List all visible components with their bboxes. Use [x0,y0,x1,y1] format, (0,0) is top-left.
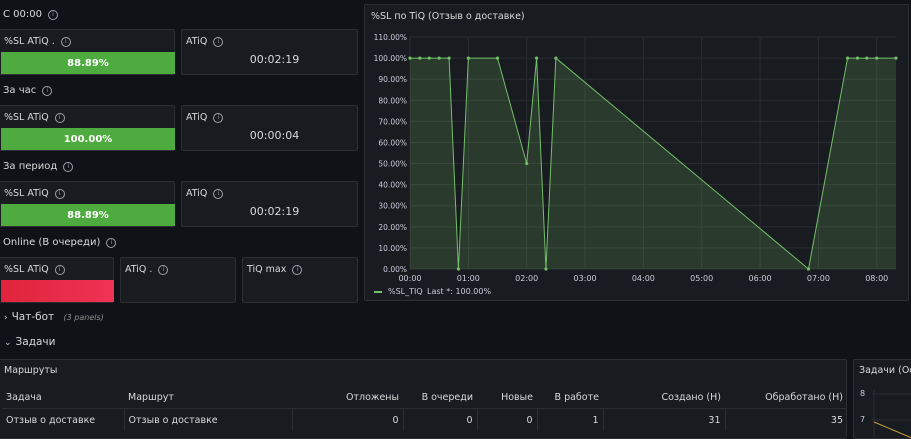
info-icon[interactable]: i [60,36,71,47]
section-title-period: За период i [3,161,74,172]
x-tick-label: 05:00 [690,274,713,283]
section-title-since-midnight: С 00:00 i [3,9,58,20]
sl-atiq-hour-panel[interactable]: %SL ATiQ i 100.00% [0,105,175,151]
y-tick-label: 100.00% [374,54,407,63]
col-task[interactable]: Задача [2,386,124,409]
sl-bar-gauge: 100.00% [1,128,175,150]
col-new[interactable]: Новые [477,386,537,409]
y-tick-label: 50.00% [378,160,407,169]
routes-table: Задача Маршрут Отложены В очереди Новые … [2,386,847,431]
atiq-online-panel[interactable]: ATiQ .i [120,257,236,303]
y-tick-label: 90.00% [378,75,407,84]
data-point [408,56,412,60]
info-icon[interactable]: i [47,9,58,20]
data-point [466,56,470,60]
data-point [865,56,869,60]
info-icon[interactable]: i [158,264,169,275]
data-point [427,56,431,60]
chart-svg: 0.00% 10.00% 20.00% 30.00% 40.00% 50.00% 60.00… [374,33,898,296]
data-point [554,56,558,60]
x-tick-label: 07:00 [807,274,830,283]
sl-bar-gauge: 88.89% [1,52,175,74]
tiq-max-panel[interactable]: TiQ max i [242,257,358,303]
info-icon[interactable]: i [54,264,65,275]
chevron-down-icon: ⌄ [4,338,12,348]
x-tick-label: 08:00 [865,274,888,283]
y-tick-label: 7 [860,415,866,424]
table-header: Задача Маршрут Отложены В очереди Новые … [2,386,847,409]
x-tick-label: 04:00 [632,274,655,283]
data-point [495,56,500,60]
y-tick-label: 80.00% [378,96,407,105]
y-tick-label: 70.00% [378,117,407,126]
sl-atiq-period-panel[interactable]: %SL ATiQ i 88.89% [0,181,175,227]
data-point [437,56,441,60]
section-title-online: Online (В очереди) i [3,237,117,248]
atiq-value: 00:02:19 [249,53,300,66]
tasks-panel-title: Задачи (Ос [859,365,911,376]
sl-atiq-online-panel[interactable]: %SL ATiQ i [0,257,114,303]
atiq-value: 00:02:19 [249,205,300,218]
y-tick-label: 20.00% [378,223,407,232]
data-point [535,56,539,60]
sl-tiq-chart-panel[interactable]: %SL по TiQ (Отзыв о доставке) 0.00% 10.00… [364,4,909,301]
info-icon[interactable]: i [42,85,53,96]
info-icon[interactable]: i [213,36,224,47]
sl-atiq-panel[interactable]: %SL ATiQ .i 88.89% [0,29,175,75]
atiq-panel[interactable]: ATiQ i 00:02:19 [181,29,358,75]
info-icon[interactable]: i [63,161,74,172]
data-point [525,161,529,166]
x-tick-label: 06:00 [749,274,772,283]
data-point [894,56,898,60]
data-point [875,56,879,60]
info-icon[interactable]: i [106,237,117,248]
y-tick-label: 8 [860,389,866,398]
info-icon[interactable]: i [292,264,303,275]
data-point [845,56,850,60]
y-tick-label: 10.00% [378,244,407,253]
info-icon[interactable]: i [213,188,224,199]
info-icon[interactable]: i [54,188,65,199]
y-tick-label: 0.00% [383,265,407,274]
atiq-hour-panel[interactable]: ATiQ i 00:00:04 [181,105,358,151]
section-title-last-hour: За час i [3,85,53,96]
col-in-queue[interactable]: В очереди [403,386,477,409]
data-point [544,267,548,271]
col-in-work[interactable]: В работе [537,386,603,409]
y-tick-label: 60.00% [378,138,407,147]
y-tick-label: 40.00% [378,181,407,190]
data-point [418,56,422,60]
col-processed[interactable]: Обработано (Н) [725,386,847,409]
atiq-period-panel[interactable]: ATiQ i 00:02:19 [181,181,358,227]
legend-label: %SL_TIQ [388,287,423,296]
x-tick-label: 01:00 [457,274,480,283]
x-tick-label: 02:00 [515,274,538,283]
routes-title: Маршруты [4,365,58,376]
y-tick-label: 30.00% [378,202,407,211]
tasks-chart-panel[interactable]: Задачи (Ос 8 7 [853,359,911,439]
y-tick-label: 110.00% [374,33,407,42]
row-tasks[interactable]: ⌄ Задачи [4,336,55,348]
data-point [447,56,451,60]
info-icon[interactable]: i [213,112,224,123]
sl-bar-gauge-red [1,280,114,302]
col-created[interactable]: Создано (Н) [603,386,725,409]
atiq-value: 00:00:04 [249,129,300,142]
x-tick-label: 00:00 [398,274,421,283]
row-chatbot[interactable]: › Чат-бот (3 panels) [4,311,104,323]
col-deferred[interactable]: Отложены [292,386,403,409]
table-row[interactable]: Отзыв о доставке Отзыв о доставке 0 0 0 … [2,408,847,431]
data-point [855,56,860,60]
legend-swatch [374,291,382,293]
data-point [456,267,461,271]
legend-stat: Last *: 100.00% [427,287,491,296]
sl-bar-gauge: 88.89% [1,204,175,226]
info-icon[interactable]: i [54,112,65,123]
col-route[interactable]: Маршрут [124,386,292,409]
chevron-right-icon: › [4,313,8,323]
data-point [806,267,811,271]
x-tick-label: 03:00 [573,274,596,283]
